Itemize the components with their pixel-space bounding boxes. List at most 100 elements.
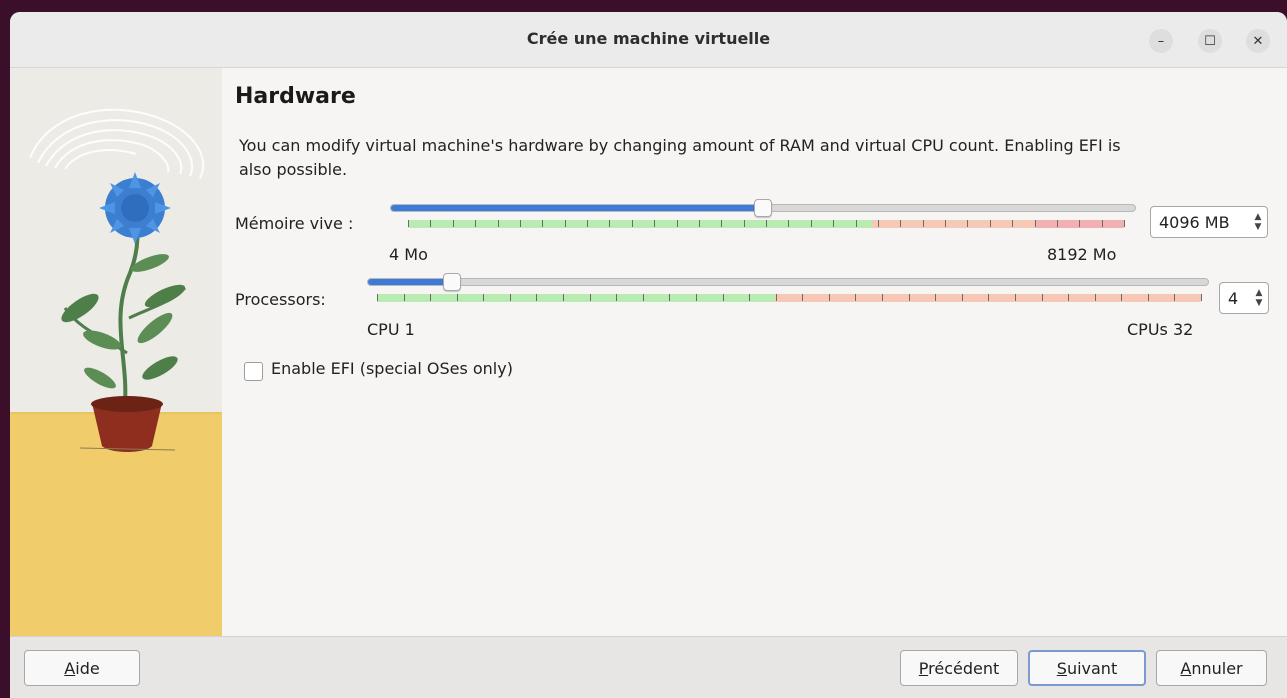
scale-tick bbox=[609, 220, 610, 227]
minimize-icon: – bbox=[1157, 33, 1165, 49]
memory-zone-bad bbox=[1036, 220, 1124, 228]
plant-illustration bbox=[10, 68, 222, 636]
scale-tick bbox=[632, 220, 633, 227]
spin-down-icon[interactable]: ▼ bbox=[1256, 298, 1263, 308]
scale-tick bbox=[1102, 220, 1103, 227]
scale-tick bbox=[967, 220, 968, 227]
wizard-footer: Aide Précédent Suivant Annuler bbox=[10, 636, 1287, 698]
memory-slider-handle[interactable] bbox=[754, 199, 772, 217]
processors-label: Processors: bbox=[235, 290, 326, 309]
spin-up-icon[interactable]: ▲ bbox=[1255, 212, 1262, 222]
scale-tick bbox=[1124, 220, 1125, 227]
scale-tick bbox=[404, 294, 405, 301]
scale-tick bbox=[833, 220, 834, 227]
processors-spinbox[interactable]: 4 ▲ ▼ bbox=[1219, 282, 1269, 314]
memory-value: 4096 MB bbox=[1159, 213, 1230, 232]
scale-tick bbox=[1095, 294, 1096, 301]
memory-min-label: 4 Mo bbox=[389, 245, 428, 264]
scale-tick bbox=[1174, 294, 1175, 301]
scale-tick bbox=[457, 294, 458, 301]
scale-tick bbox=[483, 294, 484, 301]
scale-tick bbox=[1035, 220, 1036, 227]
scale-tick bbox=[776, 294, 777, 301]
scale-tick bbox=[654, 220, 655, 227]
processors-slider-fill bbox=[368, 279, 452, 285]
memory-spinbox[interactable]: 4096 MB ▲ ▼ bbox=[1150, 206, 1268, 238]
page-description: You can modify virtual machine's hardwar… bbox=[239, 136, 1121, 179]
processors-zone-ok bbox=[377, 294, 775, 302]
scale-tick bbox=[699, 220, 700, 227]
wizard-side-illustration bbox=[10, 68, 222, 636]
scale-tick bbox=[677, 220, 678, 227]
scale-tick bbox=[542, 220, 543, 227]
scale-tick bbox=[1148, 294, 1149, 301]
scale-tick bbox=[475, 220, 476, 227]
scale-tick bbox=[900, 220, 901, 227]
scale-tick bbox=[377, 294, 378, 301]
maximize-icon: ☐ bbox=[1204, 33, 1216, 49]
scale-tick bbox=[1012, 220, 1013, 227]
scale-tick bbox=[935, 294, 936, 301]
efi-label[interactable]: Enable EFI (special OSes only) bbox=[271, 359, 513, 378]
scale-tick bbox=[990, 220, 991, 227]
scale-tick bbox=[802, 294, 803, 301]
close-button[interactable]: ✕ bbox=[1246, 29, 1270, 53]
memory-slider-fill bbox=[391, 205, 763, 211]
spin-down-icon[interactable]: ▼ bbox=[1255, 222, 1262, 232]
scale-tick bbox=[1057, 220, 1058, 227]
processors-value: 4 bbox=[1228, 289, 1239, 308]
memory-scale bbox=[408, 220, 1125, 228]
maximize-button[interactable]: ☐ bbox=[1198, 29, 1222, 53]
scale-tick bbox=[669, 294, 670, 301]
scale-tick bbox=[408, 220, 409, 227]
scale-tick bbox=[643, 294, 644, 301]
scale-tick bbox=[721, 220, 722, 227]
scale-tick bbox=[829, 294, 830, 301]
next-button[interactable]: Suivant bbox=[1028, 650, 1146, 686]
scale-tick bbox=[962, 294, 963, 301]
scale-tick bbox=[590, 294, 591, 301]
scale-tick bbox=[536, 294, 537, 301]
scale-tick bbox=[788, 220, 789, 227]
scale-tick bbox=[856, 220, 857, 227]
scale-tick bbox=[1042, 294, 1043, 301]
processors-scale bbox=[377, 294, 1202, 302]
cancel-button[interactable]: Annuler bbox=[1156, 650, 1267, 686]
scale-tick bbox=[1121, 294, 1122, 301]
memory-zone-ok bbox=[408, 220, 872, 228]
processors-slider-handle[interactable] bbox=[443, 273, 461, 291]
memory-spin-arrows[interactable]: ▲ ▼ bbox=[1249, 207, 1267, 237]
scale-tick bbox=[587, 220, 588, 227]
processors-min-label: CPU 1 bbox=[367, 320, 415, 339]
create-vm-dialog: Crée une machine virtuelle – ☐ ✕ Hardwar… bbox=[10, 12, 1287, 698]
scale-tick bbox=[749, 294, 750, 301]
scale-tick bbox=[616, 294, 617, 301]
help-button[interactable]: Aide bbox=[24, 650, 140, 686]
processors-spin-arrows[interactable]: ▲ ▼ bbox=[1250, 283, 1268, 313]
scale-tick bbox=[878, 220, 879, 227]
back-button[interactable]: Précédent bbox=[900, 650, 1018, 686]
scale-tick bbox=[565, 220, 566, 227]
scale-tick bbox=[563, 294, 564, 301]
scale-tick bbox=[945, 220, 946, 227]
efi-checkbox[interactable] bbox=[244, 362, 263, 381]
scale-tick bbox=[1201, 294, 1202, 301]
memory-label: Mémoire vive : bbox=[235, 214, 354, 233]
wizard-page: Hardware You can modify virtual machine'… bbox=[222, 68, 1287, 636]
memory-max-label: 8192 Mo bbox=[1047, 245, 1117, 264]
scale-tick bbox=[988, 294, 989, 301]
scale-tick bbox=[766, 220, 767, 227]
scale-tick bbox=[923, 220, 924, 227]
scale-tick bbox=[744, 220, 745, 227]
page-title: Hardware bbox=[235, 84, 356, 109]
scale-tick bbox=[723, 294, 724, 301]
scale-tick bbox=[882, 294, 883, 301]
minimize-button[interactable]: – bbox=[1149, 29, 1173, 53]
scale-tick bbox=[520, 220, 521, 227]
scale-tick bbox=[510, 294, 511, 301]
scale-tick bbox=[453, 220, 454, 227]
spin-up-icon[interactable]: ▲ bbox=[1256, 288, 1263, 298]
scale-tick bbox=[909, 294, 910, 301]
processors-slider[interactable] bbox=[367, 278, 1209, 286]
window-title: Crée une machine virtuelle bbox=[526, 29, 771, 48]
